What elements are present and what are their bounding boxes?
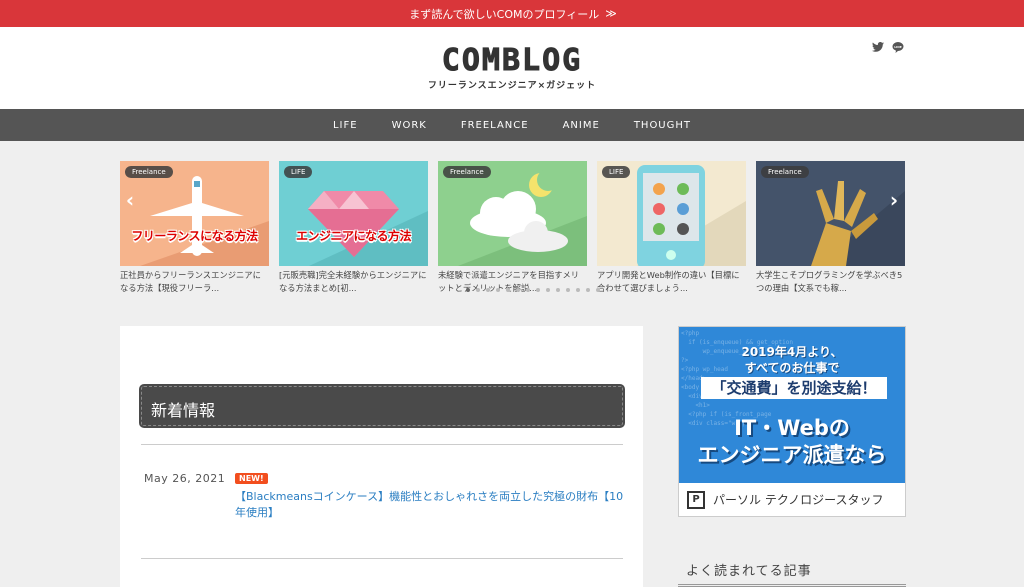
carousel-next-icon[interactable]: ›: [886, 188, 902, 212]
carousel-dot[interactable]: [516, 288, 520, 292]
card-category-tag: LIFE: [284, 166, 313, 178]
section-heading-text: 新着情報: [151, 401, 216, 420]
line-icon[interactable]: LINE: [892, 41, 904, 53]
carousel-dot[interactable]: [596, 288, 600, 292]
ad-brand-footer: P パーソル テクノロジースタッフ: [679, 483, 905, 516]
ad-main-copy: IT・Webの エンジニア派遣なら: [679, 415, 905, 469]
card-title: アプリ開発とWeb制作の違い【目標に合わせて選びましょう...: [597, 270, 740, 293]
sidebar-ad-banner[interactable]: <?php if (is_enqueue) && get_option wp_e…: [678, 326, 906, 517]
persol-logo-icon: P: [687, 490, 705, 509]
carousel-dot[interactable]: [556, 288, 560, 292]
ad-brand-name: パーソル テクノロジースタッフ: [713, 493, 884, 507]
card-thumbnail: Freelance: [438, 161, 587, 266]
card-title: 大学生こそプログラミングを学ぶべき5つの理由【文系でも稼...: [756, 270, 903, 293]
carousel-dot[interactable]: [506, 288, 510, 292]
card-thumbnail: LIFE エンジニアになる方法: [279, 161, 428, 266]
nav-life[interactable]: LIFE: [316, 120, 375, 131]
card-thumbnail: LIFE: [597, 161, 746, 266]
card-category-tag: Freelance: [761, 166, 809, 178]
double-chevron-right-icon: ≫: [605, 7, 616, 20]
carousel-dot[interactable]: [546, 288, 550, 292]
card-overlay-text: フリーランスになる方法: [131, 229, 258, 243]
nav-anime[interactable]: ANIME: [546, 120, 617, 131]
logo-tagline: フリーランスエンジニア×ガジェット: [427, 80, 597, 91]
carousel-card[interactable]: Freelance 未経験で派遣エンジニアを目指すメリットとデメリットを解説..…: [438, 161, 587, 295]
card-title: 正社員からフリーランスエンジニアになる方法【現役フリーラ...: [120, 270, 261, 293]
card-title: [元販売職]完全未経験からエンジニアになる方法まとめ[初...: [279, 270, 427, 293]
main-content: 新着情報 May 26, 2021 NEW! 【Blackmeansコインケース…: [120, 326, 643, 587]
card-overlay-text: エンジニアになる方法: [295, 229, 412, 243]
divider: [141, 444, 623, 445]
nav-thought[interactable]: THOUGHT: [617, 120, 708, 131]
carousel-dot[interactable]: [496, 288, 500, 292]
profile-banner-text: まず読んで欲しいCOMのプロフィール: [409, 7, 600, 21]
ad-headline: 2019年4月より、 すべてのお仕事で: [679, 344, 905, 376]
site-header: COMBLOG フリーランスエンジニア×ガジェット LINE: [0, 27, 1024, 109]
carousel-dot[interactable]: [566, 288, 570, 292]
ad-line-2: すべてのお仕事で: [744, 361, 840, 375]
carousel-card[interactable]: Freelance 大学生こそプログラミングを学ぶべき5つの理由【文系でも稼..…: [756, 161, 905, 295]
carousel-dot[interactable]: [536, 288, 540, 292]
carousel-dot[interactable]: [486, 288, 490, 292]
post-date: May 26, 2021: [144, 472, 226, 485]
carousel-dot[interactable]: [586, 288, 590, 292]
divider: [141, 558, 623, 559]
featured-carousel: Freelance フリーランスになる方法 正社員からフリーランスエンジニアにな…: [0, 161, 1024, 301]
ad-main-line-2: エンジニア派遣なら: [697, 443, 887, 467]
carousel-card[interactable]: LIFE アプリ開発とWeb制作の違い【目標に合わせて選びましょう...: [597, 161, 746, 295]
carousel-dot[interactable]: [576, 288, 580, 292]
svg-text:LINE: LINE: [894, 45, 902, 49]
carousel-pagination: [466, 288, 600, 292]
carousel-card[interactable]: Freelance フリーランスになる方法 正社員からフリーランスエンジニアにな…: [120, 161, 269, 295]
carousel-dot[interactable]: [476, 288, 480, 292]
card-thumbnail: Freelance フリーランスになる方法: [120, 161, 269, 266]
popular-posts-heading: よく読まれてる記事: [678, 557, 906, 587]
nav-work[interactable]: WORK: [375, 120, 444, 131]
carousel-dot[interactable]: [466, 288, 470, 292]
carousel-dot[interactable]: [526, 288, 530, 292]
ad-line-1: 2019年4月より、: [741, 345, 843, 359]
ad-main-line-1: IT・Webの: [734, 416, 850, 440]
popular-posts-heading-text: よく読まれてる記事: [686, 564, 812, 579]
section-heading: 新着情報: [139, 384, 625, 428]
card-category-tag: LIFE: [602, 166, 631, 178]
nav-freelance[interactable]: FREELANCE: [444, 120, 546, 131]
card-thumbnail: Freelance: [756, 161, 905, 266]
social-links: LINE: [872, 41, 904, 53]
card-category-tag: Freelance: [443, 166, 491, 178]
post-title-link[interactable]: 【Blackmeansコインケース】機能性とおしゃれさを両立した究極の財布【10…: [235, 489, 625, 521]
carousel-prev-icon[interactable]: ‹: [122, 188, 138, 212]
profile-banner-link[interactable]: まず読んで欲しいCOMのプロフィール ≫: [0, 0, 1024, 27]
carousel-card[interactable]: LIFE エンジニアになる方法 [元販売職]完全未経験からエンジニアになる方法ま…: [279, 161, 428, 295]
ad-highlight: 「交通費」を別途支給！: [701, 377, 887, 399]
logo-wordmark: COMBLOG: [441, 42, 583, 78]
twitter-icon[interactable]: [872, 41, 884, 53]
main-nav: LIFE WORK FREELANCE ANIME THOUGHT: [0, 109, 1024, 141]
card-category-tag: Freelance: [125, 166, 173, 178]
new-badge: NEW!: [235, 473, 268, 484]
site-logo[interactable]: COMBLOG フリーランスエンジニア×ガジェット: [427, 42, 597, 91]
